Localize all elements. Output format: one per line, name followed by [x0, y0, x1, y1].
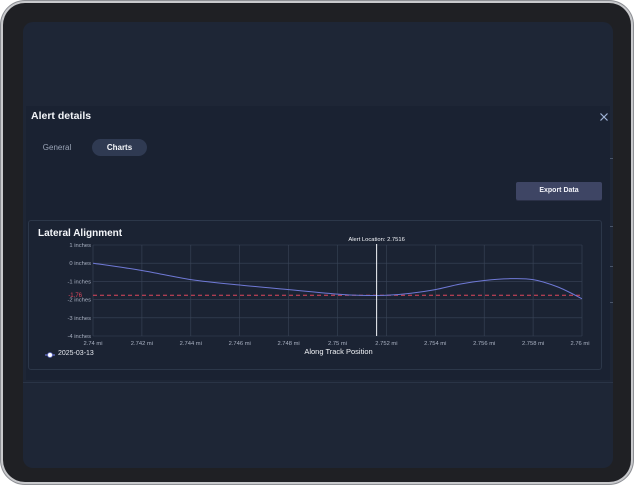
- x-tick-label: 2.742 mi: [131, 341, 153, 347]
- x-tick-label: 2.76 mi: [570, 341, 589, 347]
- threshold-label: -1.76: [68, 293, 82, 299]
- tablet-frame: Alert details General Charts Export Data…: [3, 3, 631, 482]
- x-tick-label: 2.74 mi: [83, 341, 102, 347]
- lateral-alignment-chart: 1 inches0 inches-1 inches-2 inches-3 inc…: [67, 237, 589, 356]
- alert-location-label: Alert Location: 2.7516: [348, 237, 404, 243]
- app-screen: Alert details General Charts Export Data…: [23, 22, 613, 468]
- x-tick-label: 2.756 mi: [473, 341, 495, 347]
- y-tick-label: 1 inches: [69, 243, 91, 249]
- y-tick-label: -1 inches: [67, 279, 91, 285]
- legend-label: 2025-03-13: [58, 350, 94, 357]
- x-tick-label: 2.746 mi: [229, 341, 251, 347]
- legend-swatch-icon: [45, 352, 55, 358]
- x-tick-label: 2.748 mi: [277, 341, 299, 347]
- x-tick-label: 2.754 mi: [424, 341, 446, 347]
- x-axis-label: Along Track Position: [304, 347, 372, 356]
- x-tick-label: 2.744 mi: [180, 341, 202, 347]
- y-tick-label: -3 inches: [67, 316, 91, 322]
- y-tick-label: 0 inches: [69, 261, 91, 267]
- x-tick-label: 2.758 mi: [522, 341, 544, 347]
- y-tick-label: -4 inches: [67, 334, 91, 340]
- chart-grid: [92, 244, 583, 337]
- y-axis-ticks: 1 inches0 inches-1 inches-2 inches-3 inc…: [67, 243, 91, 340]
- x-tick-label: 2.752 mi: [375, 341, 397, 347]
